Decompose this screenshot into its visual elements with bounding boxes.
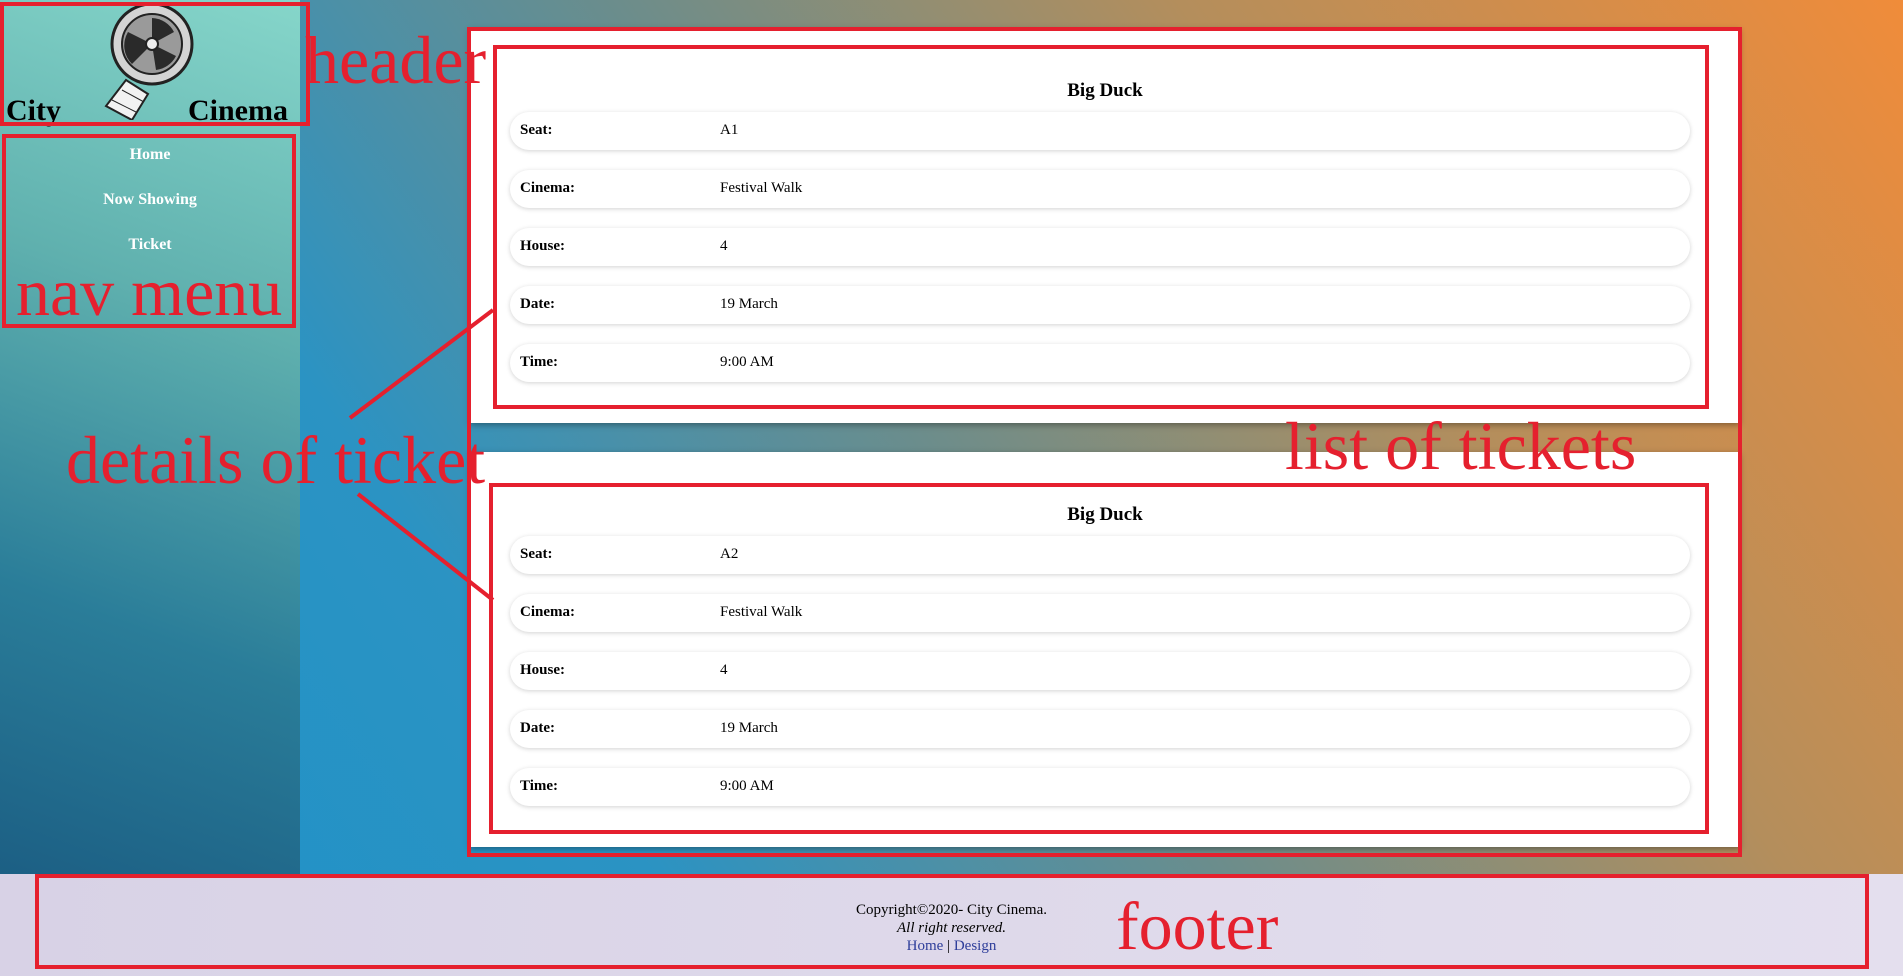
annotation-label-list: list of tickets xyxy=(1285,408,1637,484)
annotation-box-ticket xyxy=(493,45,1709,409)
annotation-label-header: header xyxy=(305,22,487,98)
annotation-label-details: details of ticket xyxy=(66,422,486,498)
annotation-label-footer: footer xyxy=(1116,888,1279,964)
annotation-box-ticket xyxy=(489,483,1709,834)
annotation-label-nav: nav menu xyxy=(16,254,283,330)
annotation-box-footer xyxy=(35,874,1869,969)
annotation-box-header xyxy=(0,2,310,126)
